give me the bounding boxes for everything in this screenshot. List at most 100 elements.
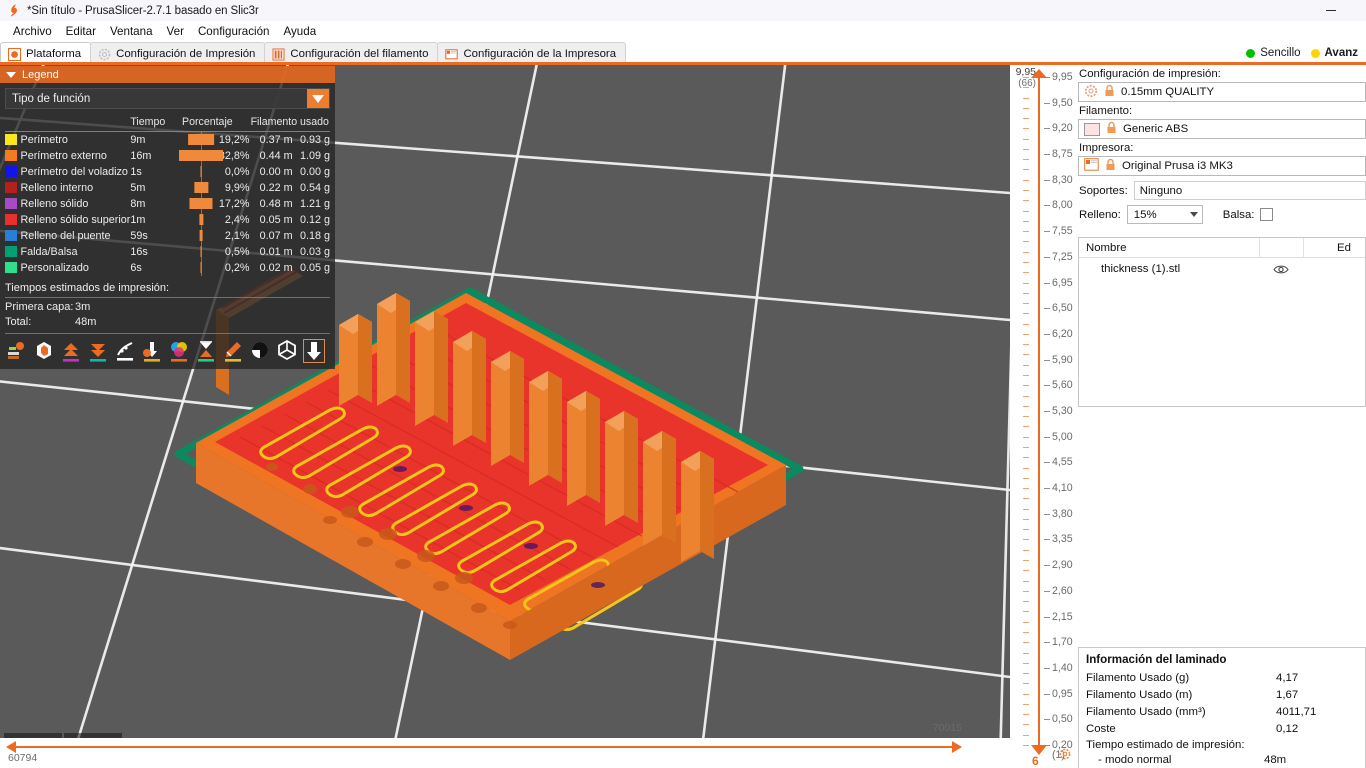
printer-combo[interactable]: Original Prusa i3 MK3 — [1078, 156, 1366, 176]
mode-advanced-button[interactable]: Avanz — [1310, 47, 1358, 59]
legend-row[interactable]: Perímetro del voladizo 1s 0,0% 0.00 m 0.00 g — [5, 164, 330, 180]
layer-tick — [1023, 169, 1029, 171]
layer-tick-major — [1044, 642, 1050, 644]
slice-info-key: Filamento Usado (m) — [1086, 688, 1193, 701]
layer-tick-major — [1044, 282, 1050, 284]
layers-preview-button[interactable] — [64, 733, 122, 738]
move-slider[interactable]: 60794 70015 — [0, 722, 1010, 768]
menu-item-archivo[interactable]: Archivo — [6, 23, 59, 40]
filament-combo[interactable]: Generic ABS — [1078, 119, 1366, 139]
layer-tick-value: 7,55 — [1052, 225, 1073, 238]
legend-percentage-bar — [165, 196, 215, 212]
object-list-header: Nombre Ed — [1079, 237, 1365, 258]
legend-row[interactable]: Personalizado 6s 0,2% 0.02 m 0.05 g — [5, 260, 330, 276]
legend-percentage-bar — [165, 212, 215, 228]
layer-tick-major — [1044, 128, 1050, 130]
legend-feature-pct: 17,2% — [218, 198, 250, 210]
layer-tick — [1023, 333, 1029, 335]
legend-feature-name: Relleno sólido superior — [20, 214, 131, 226]
tool-change-markers-icon[interactable] — [141, 339, 163, 363]
legend-row[interactable]: Relleno del puente 59s 2,1% 0.07 m 0.18 g — [5, 228, 330, 244]
custom-gcodes-icon[interactable] — [222, 339, 244, 363]
layer-tick-major — [1044, 256, 1050, 258]
layer-tick — [1023, 303, 1029, 305]
layer-tick-major — [1044, 488, 1050, 490]
legend-color-swatch — [5, 197, 17, 209]
layer-slider-upper-handle[interactable] — [1031, 69, 1047, 78]
layer-tick-value: 1,70 — [1052, 636, 1073, 649]
legend-row[interactable]: Relleno interno 5m 9,9% 0.22 m 0.54 g — [5, 180, 330, 196]
legend-row[interactable]: Relleno sólido superior 1m 2,4% 0.05 m 0.12 … — [5, 212, 330, 228]
object-list-col-extruder — [1303, 237, 1333, 258]
legend-row[interactable]: Relleno sólido 8m 17,2% 0.48 m 1.21 g — [5, 196, 330, 212]
legend-toggle-icon[interactable] — [276, 339, 298, 363]
legend-swatch-cell — [5, 244, 21, 260]
mode-simple-button[interactable]: Sencillo — [1246, 47, 1301, 59]
object-list-col-name: Nombre — [1086, 241, 1127, 254]
chevron-down-icon — [6, 71, 16, 78]
legend-row[interactable]: Perímetro 9m 19,2% 0.37 m 0.93 g — [5, 132, 330, 149]
layer-tick-value: 4,10 — [1052, 482, 1073, 495]
object-list[interactable]: Nombre Ed thickness (1).stl — [1078, 237, 1366, 407]
layer-tick-value: 6,50 — [1052, 302, 1073, 315]
layer-tick-major — [1044, 462, 1050, 464]
retractions-icon[interactable] — [60, 339, 82, 363]
lock-icon — [1104, 84, 1115, 100]
layer-tick — [1023, 560, 1029, 561]
layer-slider-settings-icon[interactable] — [1058, 747, 1072, 766]
legend-feature-name: Falda/Balsa — [20, 246, 78, 258]
menu-item-configuracion[interactable]: Configuración — [191, 23, 277, 40]
eye-icon[interactable] — [1259, 264, 1303, 275]
pause-prints-icon[interactable] — [195, 339, 217, 363]
supports-select[interactable]: Ninguno — [1133, 181, 1366, 200]
move-slider-right-handle[interactable] — [952, 741, 962, 753]
move-slider-left-value: 60794 — [8, 752, 38, 764]
legend-swatch-cell — [5, 132, 21, 149]
layer-tick — [1023, 549, 1029, 551]
menu-item-ayuda[interactable]: Ayuda — [276, 23, 323, 40]
layer-tick-value: 9,20 — [1052, 122, 1073, 135]
printer-label: Impresora: — [1079, 142, 1134, 154]
legend-estimates-title: Tiempos estimados de impresión: — [5, 282, 330, 298]
print-settings-combo[interactable]: 0.15mm QUALITY — [1078, 82, 1366, 102]
layer-tick-value: 5,90 — [1052, 353, 1073, 366]
color-print-icon[interactable] — [33, 339, 55, 363]
slice-info-panel: Información del laminado Filamento Usado… — [1078, 647, 1366, 768]
slice-info-key: Coste — [1086, 722, 1116, 735]
layer-tick — [1023, 477, 1029, 479]
view-type-select[interactable]: Tipo de función — [5, 88, 330, 109]
deretractions-icon[interactable] — [87, 339, 109, 363]
travel-icon[interactable] — [303, 339, 325, 363]
table-row[interactable]: thickness (1).stl — [1079, 258, 1365, 280]
layer-tick-major — [1044, 179, 1050, 181]
view-cube-button[interactable] — [4, 733, 62, 738]
layer-tick-major — [1044, 411, 1050, 412]
shells-icon[interactable] — [249, 339, 271, 363]
filament-value: Generic ABS — [1123, 123, 1189, 135]
view-type-dropdown-arrow[interactable] — [307, 89, 329, 108]
layer-tick-major — [1044, 385, 1050, 387]
legend-feature-weight: 0.93 g — [299, 134, 330, 146]
legend-first-layer-label: Primera capa: — [5, 301, 74, 313]
menu-item-editar[interactable]: Editar — [59, 23, 103, 40]
move-slider-right-value: 70015 — [932, 722, 962, 734]
tab-configuracion-impresora-label: Configuración de la Impresora — [463, 48, 617, 60]
tool-changes-icon[interactable] — [6, 339, 28, 363]
layer-tick — [1023, 488, 1029, 490]
layer-tick — [1023, 292, 1029, 294]
seams-icon[interactable] — [114, 339, 136, 363]
layer-tick — [1023, 745, 1029, 746]
menu-item-ver[interactable]: Ver — [160, 23, 191, 40]
infill-select[interactable]: 15% — [1126, 205, 1203, 224]
legend-header[interactable]: Legend — [0, 66, 335, 83]
legend-row[interactable]: Perímetro externo 16m 32,8% 0.44 m 1.09 g — [5, 148, 330, 164]
legend-feature-time: 6s — [130, 262, 142, 274]
layer-tick-major — [1044, 616, 1050, 618]
raft-checkbox[interactable] — [1260, 208, 1274, 221]
legend-row[interactable]: Falda/Balsa 16s 0,5% 0.01 m 0.03 g — [5, 244, 330, 260]
layer-slider[interactable]: 9,95 (66) 9,95 9,50 9,20 8,75 8,30 8,00 7,55 7,… — [1010, 65, 1076, 768]
menu-item-ventana[interactable]: Ventana — [103, 23, 160, 40]
minimize-button[interactable] — [1314, 0, 1348, 21]
raft-label: Balsa: — [1222, 208, 1255, 221]
color-changes-icon[interactable] — [168, 339, 190, 363]
